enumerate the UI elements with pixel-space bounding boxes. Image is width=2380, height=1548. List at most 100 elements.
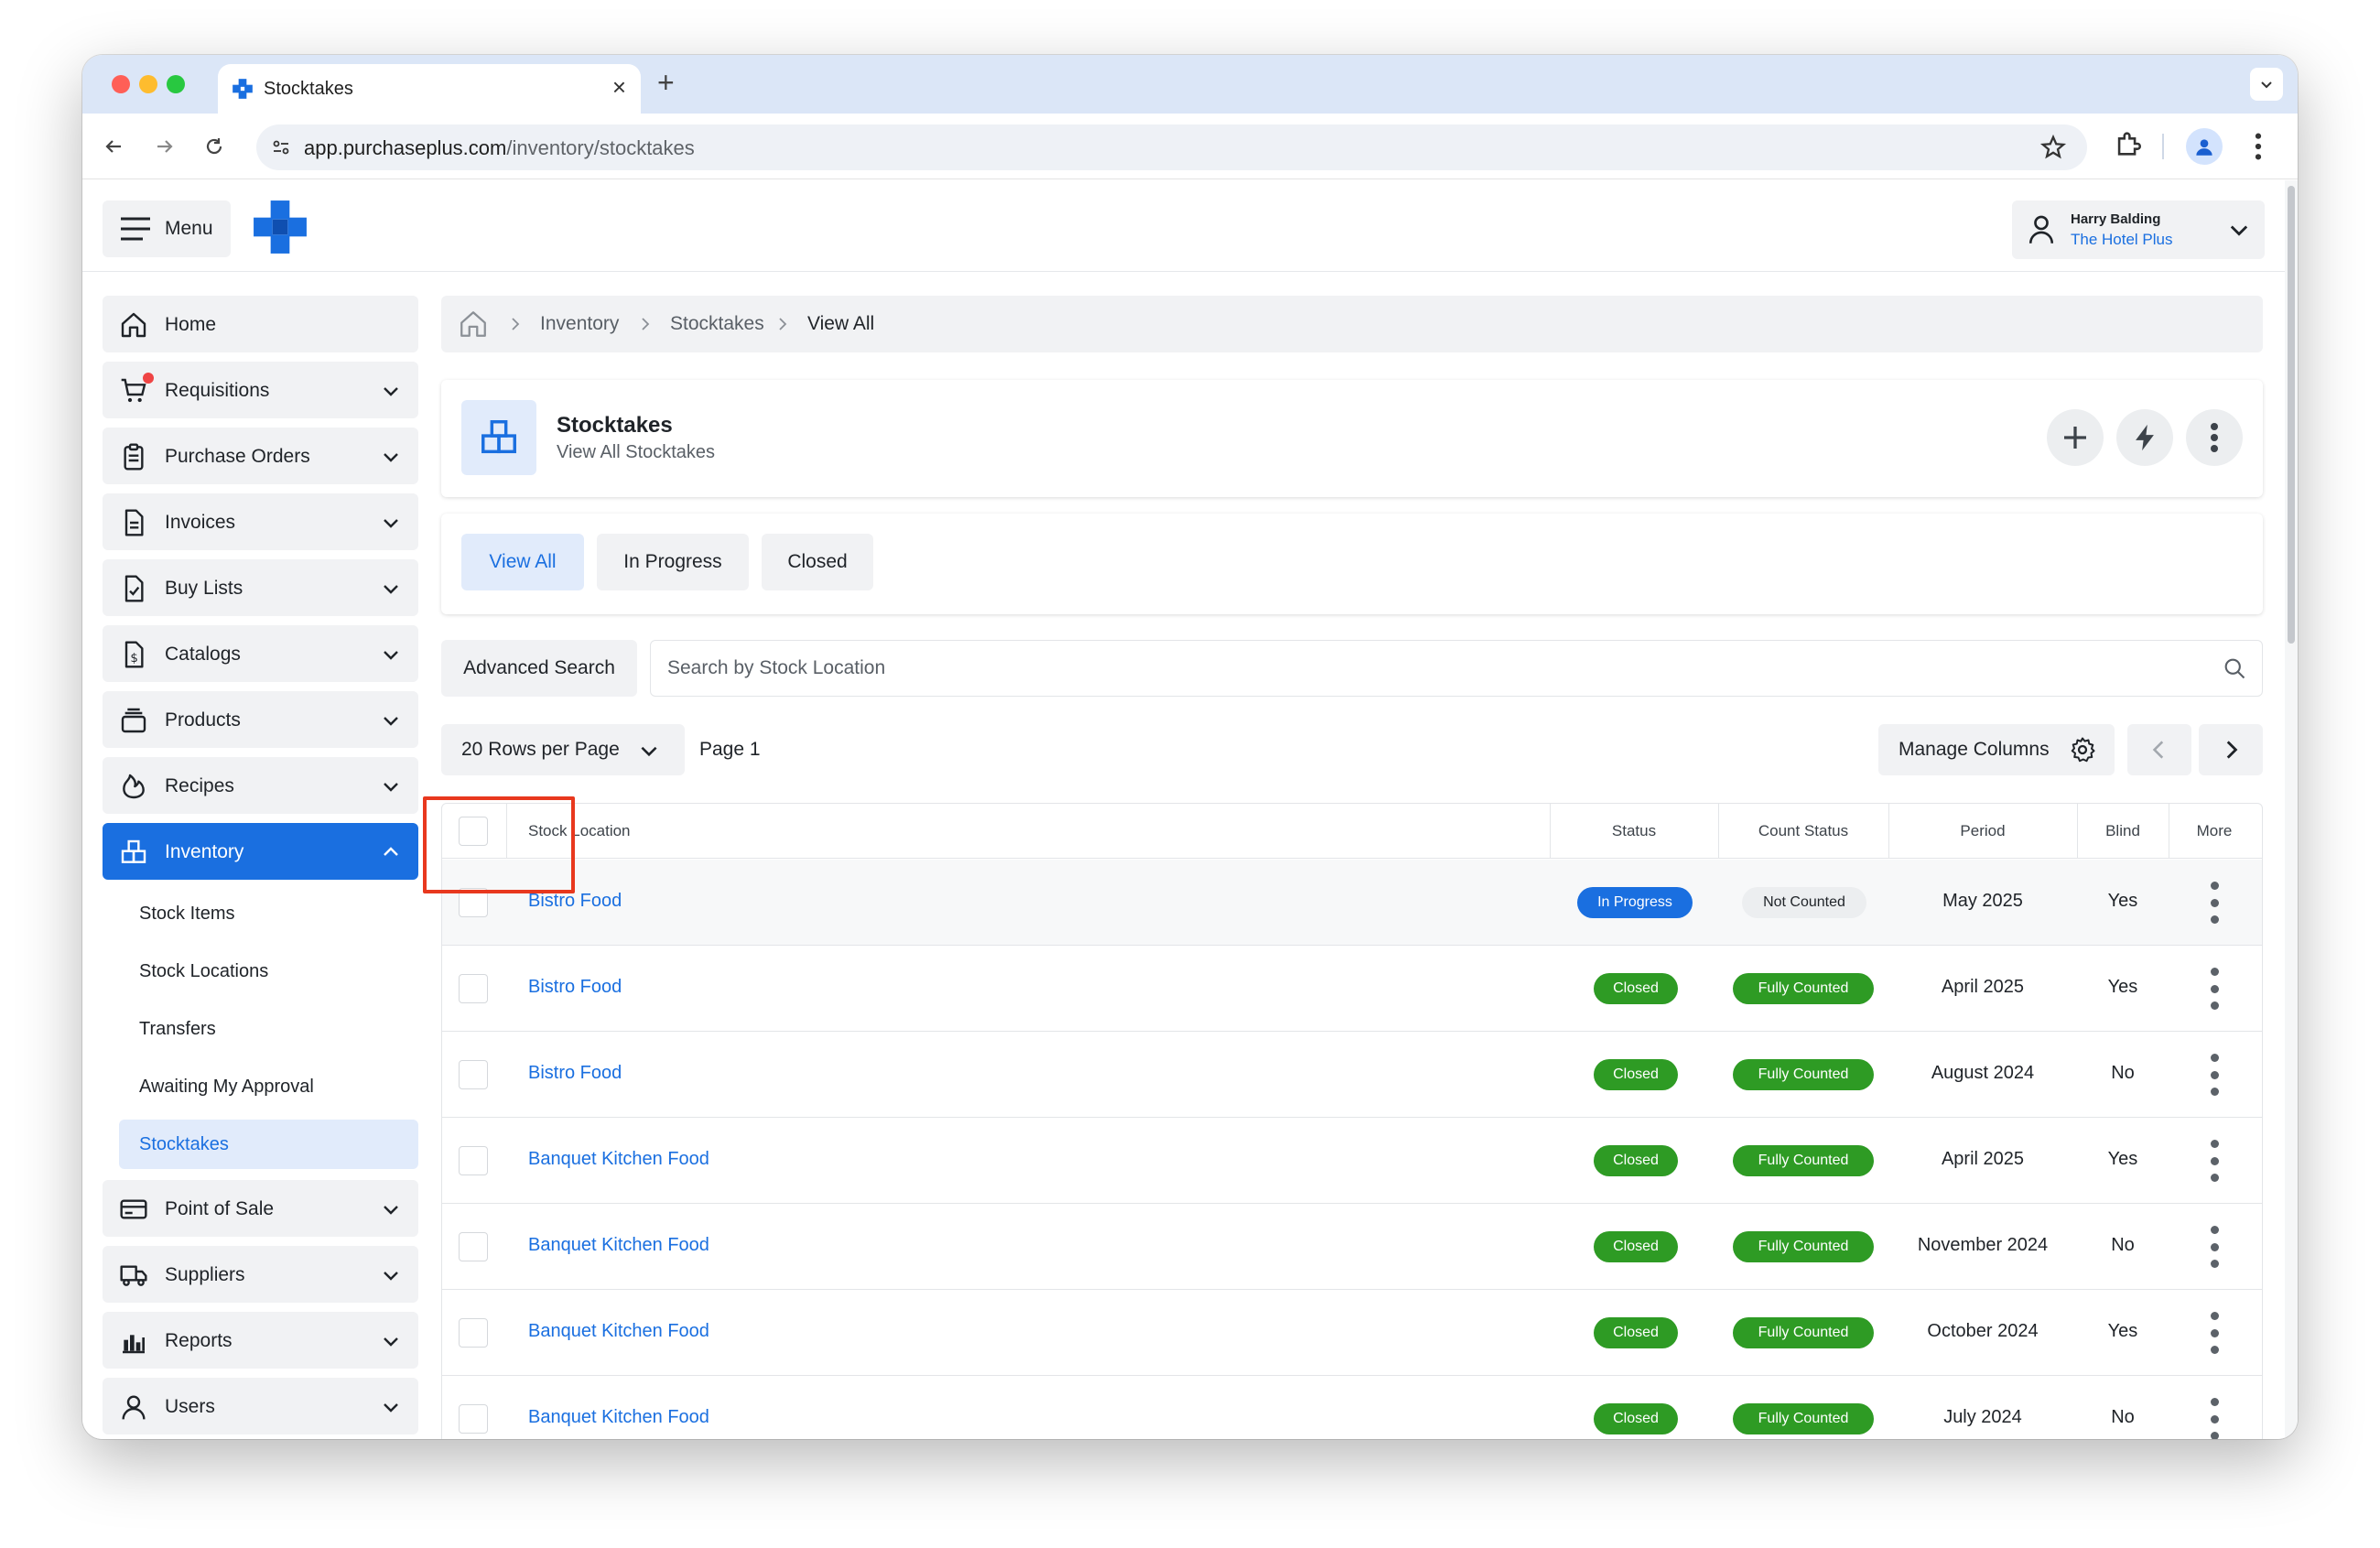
table-row[interactable]: Banquet Kitchen Food Closed Fully Counte… — [442, 1118, 2262, 1204]
chevron-down-icon — [384, 717, 398, 726]
sidebar-subitem-stocktakes[interactable]: Stocktakes — [119, 1120, 418, 1169]
column-header-blind[interactable]: Blind — [2077, 804, 2169, 859]
advanced-search-button[interactable]: Advanced Search — [441, 640, 637, 697]
sidebar-item-reports[interactable]: Reports — [103, 1312, 418, 1369]
table-row[interactable]: Banquet Kitchen Food Closed Fully Counte… — [442, 1376, 2262, 1439]
sidebar-item-suppliers[interactable]: Suppliers — [103, 1246, 418, 1303]
sidebar-item-label: Catalogs — [165, 644, 241, 665]
column-header-stock-location[interactable]: Stock Location — [528, 804, 631, 859]
stock-location-link[interactable]: Banquet Kitchen Food — [528, 1407, 709, 1428]
tab-view-all[interactable]: View All — [461, 534, 584, 590]
column-header-count-status[interactable]: Count Status — [1718, 804, 1888, 859]
manage-columns-button[interactable]: Manage Columns — [1878, 724, 2115, 775]
sidebar-item-buy-lists[interactable]: Buy Lists — [103, 559, 418, 616]
stock-location-link[interactable]: Banquet Kitchen Food — [528, 1235, 709, 1256]
rows-per-page-select[interactable]: 20 Rows per Page — [441, 724, 685, 775]
home-icon — [121, 312, 146, 338]
stock-location-link[interactable]: Bistro Food — [528, 977, 622, 998]
stock-location-link[interactable]: Banquet Kitchen Food — [528, 1321, 709, 1342]
extensions-icon[interactable] — [2113, 128, 2144, 159]
row-more-icon[interactable] — [2203, 1312, 2225, 1354]
site-settings-icon[interactable] — [267, 134, 295, 161]
home-icon[interactable] — [458, 309, 489, 340]
row-more-icon[interactable] — [2203, 968, 2225, 1010]
page-scrollbar[interactable] — [2285, 180, 2298, 1439]
sidebar-subitem-stock-locations[interactable]: Stock Locations — [119, 947, 418, 996]
user-account-menu[interactable]: Harry Balding The Hotel Plus — [2012, 200, 2265, 259]
close-window-button[interactable] — [112, 75, 130, 93]
row-checkbox[interactable] — [459, 974, 488, 1003]
sidebar-subitem-transfers[interactable]: Transfers — [119, 1004, 418, 1054]
tab-in-progress[interactable]: In Progress — [597, 534, 749, 590]
row-checkbox[interactable] — [459, 1232, 488, 1261]
browser-menu-icon[interactable] — [2243, 128, 2274, 165]
row-more-icon[interactable] — [2203, 1398, 2225, 1439]
purchaseplus-logo[interactable] — [252, 199, 308, 255]
table-row[interactable]: Bistro Food In Progress Not Counted May … — [442, 860, 2262, 946]
sidebar-item-catalogs[interactable]: $ Catalogs — [103, 625, 418, 682]
new-tab-button[interactable]: + — [657, 66, 675, 99]
row-checkbox[interactable] — [459, 1318, 488, 1348]
stock-location-link[interactable]: Banquet Kitchen Food — [528, 1149, 709, 1170]
back-button[interactable] — [97, 130, 130, 163]
breadcrumb-stocktakes[interactable]: Stocktakes — [670, 313, 764, 335]
browser-tab[interactable]: Stocktakes × — [218, 64, 641, 114]
row-more-icon[interactable] — [2203, 882, 2225, 924]
quick-actions-button[interactable] — [2116, 409, 2173, 466]
row-more-icon[interactable] — [2203, 1226, 2225, 1268]
sidebar-item-inventory[interactable]: Inventory — [103, 823, 418, 880]
search-icon[interactable] — [2222, 655, 2247, 681]
row-checkbox[interactable] — [459, 888, 488, 917]
previous-page-button[interactable] — [2127, 724, 2191, 775]
tab-search-button[interactable] — [2250, 68, 2283, 101]
bookmark-star-icon[interactable] — [2039, 134, 2067, 161]
row-checkbox[interactable] — [459, 1404, 488, 1434]
sidebar-subitem-awaiting-approval[interactable]: Awaiting My Approval — [119, 1062, 418, 1111]
address-bar[interactable]: app.purchaseplus.com/inventory/stocktake… — [256, 124, 2087, 170]
select-all-checkbox[interactable] — [459, 817, 488, 846]
minimize-window-button[interactable] — [139, 75, 157, 93]
sidebar-item-products[interactable]: Products — [103, 691, 418, 748]
search-input[interactable] — [667, 641, 2205, 696]
breadcrumb-inventory[interactable]: Inventory — [540, 313, 619, 335]
column-header-period[interactable]: Period — [1888, 804, 2077, 859]
stock-location-link[interactable]: Bistro Food — [528, 1063, 622, 1084]
scrollbar-thumb[interactable] — [2288, 186, 2295, 644]
count-status-badge: Fully Counted — [1733, 1231, 1874, 1262]
sidebar-item-users[interactable]: Users — [103, 1378, 418, 1434]
chevron-down-icon — [384, 519, 398, 528]
favicon-icon — [233, 79, 253, 99]
tab-closed[interactable]: Closed — [762, 534, 873, 590]
sidebar-item-purchase-orders[interactable]: Purchase Orders — [103, 428, 418, 484]
table-row[interactable]: Bistro Food Closed Fully Counted April 2… — [442, 946, 2262, 1032]
sidebar-item-label: Users — [165, 1396, 215, 1417]
menu-button[interactable]: Menu — [103, 200, 231, 257]
sidebar-item-label: Inventory — [165, 841, 244, 862]
table-row[interactable]: Banquet Kitchen Food Closed Fully Counte… — [442, 1204, 2262, 1290]
sidebar-item-requisitions[interactable]: Requisitions — [103, 362, 418, 418]
row-more-icon[interactable] — [2203, 1054, 2225, 1096]
forward-button[interactable] — [148, 130, 181, 163]
more-actions-button[interactable] — [2186, 409, 2243, 466]
row-more-icon[interactable] — [2203, 1140, 2225, 1182]
filter-tabs-card: View All In Progress Closed — [441, 514, 2263, 614]
sidebar-item-invoices[interactable]: Invoices — [103, 493, 418, 550]
table-row[interactable]: Banquet Kitchen Food Closed Fully Counte… — [442, 1290, 2262, 1376]
row-checkbox[interactable] — [459, 1146, 488, 1175]
tab-label: View All — [489, 551, 557, 572]
stock-location-link[interactable]: Bistro Food — [528, 891, 622, 912]
sidebar-item-home[interactable]: Home — [103, 296, 418, 352]
table-row[interactable]: Bistro Food Closed Fully Counted August … — [442, 1032, 2262, 1118]
chevron-down-icon — [384, 387, 398, 396]
sidebar-item-point-of-sale[interactable]: Point of Sale — [103, 1180, 418, 1237]
next-page-button[interactable] — [2199, 724, 2263, 775]
sidebar-item-recipes[interactable]: Recipes — [103, 757, 418, 814]
column-header-status[interactable]: Status — [1550, 804, 1718, 859]
close-tab-icon[interactable]: × — [612, 75, 626, 99]
sidebar-subitem-stock-items[interactable]: Stock Items — [119, 889, 418, 938]
row-checkbox[interactable] — [459, 1060, 488, 1089]
maximize-window-button[interactable] — [167, 75, 185, 93]
reload-button[interactable] — [198, 130, 231, 163]
add-stocktake-button[interactable] — [2047, 409, 2104, 466]
profile-avatar[interactable] — [2186, 128, 2223, 165]
